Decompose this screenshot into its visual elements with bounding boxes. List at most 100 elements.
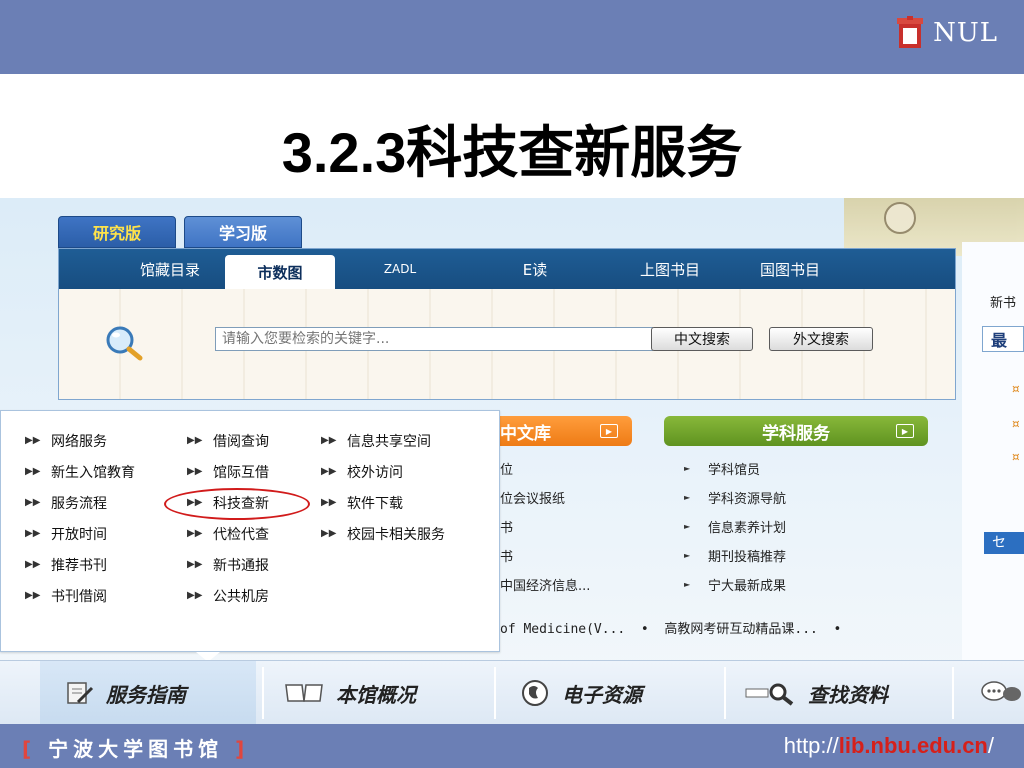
list-item[interactable]: 位会议报纸 [500, 483, 590, 512]
menu-item-loan-query[interactable]: ▶▶ 借阅查询 [187, 425, 269, 456]
slide-title: 3.2.3科技查新服务 [281, 121, 743, 184]
bullet-mark: ¤ [1012, 382, 1020, 396]
menu-item-new-books[interactable]: ▶▶ 新书通报 [187, 549, 269, 580]
tab-zadl[interactable]: ZADL [355, 249, 445, 289]
service-guide-menu: ▶▶ 网络服务 ▶▶ 新生入馆教育 ▶▶ 服务流程 ▶▶ 开放时间 ▶▶ 推荐书刊 ▶▶ 书… [0, 410, 500, 652]
arrow-icon: ► [684, 464, 691, 473]
library-url-link[interactable]: http://lib.nbu.edu.cn/ [784, 733, 994, 759]
search-input[interactable] [215, 327, 653, 351]
chinese-library-header[interactable]: 中文库 ▶ [498, 416, 632, 446]
list-item[interactable]: ► 宁大最新成果 [684, 570, 786, 599]
footer-bar: [ 宁波大学图书馆 ] http://lib.nbu.edu.cn/ [0, 724, 1024, 768]
news-ticker: of Medicine(V... • 高教网考研互动精品课... • [500, 618, 841, 637]
double-arrow-icon: ▶▶ [25, 497, 41, 508]
arrow-icon: ► [684, 551, 691, 560]
book-icon [285, 684, 323, 702]
ticker-item[interactable]: 高教网考研互动精品课... [664, 622, 817, 637]
bullet-mark: ¤ [1012, 450, 1020, 464]
arrow-icon: ► [684, 493, 691, 502]
bullet-icon: • [633, 622, 657, 637]
list-item[interactable]: ► 学科馆员 [684, 454, 786, 483]
search-source-tabs: 馆藏目录 市数图 ZADL E读 上图书目 国图书目 [59, 249, 955, 289]
divider [724, 667, 726, 719]
magnifier-icon [745, 683, 794, 706]
double-arrow-icon: ▶▶ [187, 590, 203, 601]
menu-item-public-computers[interactable]: ▶▶ 公共机房 [187, 580, 269, 611]
tab-research-version[interactable]: 研究版 [58, 216, 176, 248]
top-banner: NUL [0, 0, 1024, 74]
divider [952, 667, 954, 719]
nav-e-resources[interactable]: 电子资源 [520, 661, 720, 724]
menu-item-interlibrary-loan[interactable]: ▶▶ 馆际互借 [187, 456, 269, 487]
menu-item-borrowing[interactable]: ▶▶ 书刊借阅 [25, 580, 135, 611]
list-item[interactable]: 中国经济信息... [500, 570, 590, 599]
bullet-mark: ¤ [1012, 417, 1020, 431]
right-side-panel: 新书 最 ¤ ¤ ¤ セ [962, 242, 1024, 662]
menu-item-software-download[interactable]: ▶▶ 软件下载 [321, 487, 445, 518]
pencil-doc-icon [67, 682, 94, 704]
menu-column-3: ▶▶ 信息共享空间 ▶▶ 校外访问 ▶▶ 软件下载 ▶▶ 校园卡相关服务 [321, 425, 445, 549]
menu-item-campus-card[interactable]: ▶▶ 校园卡相关服务 [321, 518, 445, 549]
nav-service-guide[interactable]: 服务指南 [40, 661, 256, 724]
double-arrow-icon: ▶▶ [187, 528, 203, 539]
menu-item-freshman-education[interactable]: ▶▶ 新生入馆教育 [25, 456, 135, 487]
menu-item-info-commons[interactable]: ▶▶ 信息共享空间 [321, 425, 445, 456]
ticker-item[interactable]: of Medicine(V... [500, 622, 625, 637]
search-panel: 馆藏目录 市数图 ZADL E读 上图书目 国图书目 中文搜索 外文搜索 [58, 248, 956, 400]
double-arrow-icon: ▶▶ [321, 435, 337, 446]
double-arrow-icon: ▶▶ [321, 528, 337, 539]
tab-e-read[interactable]: E读 [495, 249, 575, 289]
double-arrow-icon: ▶▶ [187, 466, 203, 477]
nav-find-materials[interactable]: 查找资料 [744, 661, 944, 724]
chinese-search-button[interactable]: 中文搜索 [651, 327, 753, 351]
list-item[interactable]: 位 [500, 454, 590, 483]
double-arrow-icon: ▶▶ [321, 497, 337, 508]
menu-item-service-process[interactable]: ▶▶ 服务流程 [25, 487, 135, 518]
tab-city-digital-library[interactable]: 市数图 [225, 255, 335, 289]
version-tabs: 研究版 学习版 [58, 216, 302, 248]
divider [262, 667, 264, 719]
bullet-icon: • [825, 622, 842, 637]
latest-tab[interactable]: 最 [982, 326, 1024, 352]
list-item[interactable]: ► 期刊投稿推荐 [684, 541, 786, 570]
nul-logo: NUL [897, 16, 998, 50]
globe-icon [522, 680, 548, 706]
double-arrow-icon: ▶▶ [25, 590, 41, 601]
chat-icon[interactable] [980, 679, 1024, 705]
menu-item-recommended-books[interactable]: ▶▶ 推荐书刊 [25, 549, 135, 580]
subject-service-list: ► 学科馆员 ► 学科资源导航 ► 信息素养计划 ► 期刊投稿推荐 ► 宁大最新成果 [684, 454, 786, 599]
list-item[interactable]: ► 信息素养计划 [684, 512, 786, 541]
library-name: [ 宁波大学图书馆 ] [22, 737, 250, 761]
menu-item-network-service[interactable]: ▶▶ 网络服务 [25, 425, 135, 456]
tab-shanghai-catalog[interactable]: 上图书目 [625, 249, 715, 289]
tab-catalog[interactable]: 馆藏目录 [129, 249, 211, 289]
nav-library-overview[interactable]: 本馆概况 [284, 661, 484, 724]
tab-study-version[interactable]: 学习版 [184, 216, 302, 248]
highlight-circle [164, 488, 310, 520]
list-item[interactable]: 书 [500, 512, 590, 541]
list-item[interactable]: ► 学科资源导航 [684, 483, 786, 512]
new-books-label[interactable]: 新书 [990, 292, 1016, 311]
menu-item-off-campus-access[interactable]: ▶▶ 校外访问 [321, 456, 445, 487]
double-arrow-icon: ▶▶ [25, 435, 41, 446]
library-emblem-icon [897, 16, 924, 48]
double-arrow-icon: ▶▶ [25, 559, 41, 570]
divider [494, 667, 496, 719]
play-icon[interactable]: ▶ [896, 424, 914, 438]
list-item[interactable]: 书 [500, 541, 590, 570]
bottom-navigation: 服务指南 本馆概况 电子资源 查找资料 [0, 660, 1024, 724]
side-tab[interactable]: セ [984, 532, 1024, 554]
subject-service-header[interactable]: 学科服务 ▶ [664, 416, 928, 446]
arrow-icon: ► [684, 580, 691, 589]
menu-item-proxy-search[interactable]: ▶▶ 代检代查 [187, 518, 269, 549]
chinese-library-list: 位 位会议报纸 书 书 中国经济信息... [500, 454, 590, 599]
tab-national-catalog[interactable]: 国图书目 [745, 249, 835, 289]
foreign-search-button[interactable]: 外文搜索 [769, 327, 873, 351]
search-icon [106, 326, 143, 361]
chinese-library-title: 中文库 [500, 423, 551, 444]
double-arrow-icon: ▶▶ [321, 466, 337, 477]
play-icon[interactable]: ▶ [600, 424, 618, 438]
menu-column-1: ▶▶ 网络服务 ▶▶ 新生入馆教育 ▶▶ 服务流程 ▶▶ 开放时间 ▶▶ 推荐书刊 ▶▶ 书… [25, 425, 135, 611]
double-arrow-icon: ▶▶ [25, 466, 41, 477]
menu-item-opening-hours[interactable]: ▶▶ 开放时间 [25, 518, 135, 549]
